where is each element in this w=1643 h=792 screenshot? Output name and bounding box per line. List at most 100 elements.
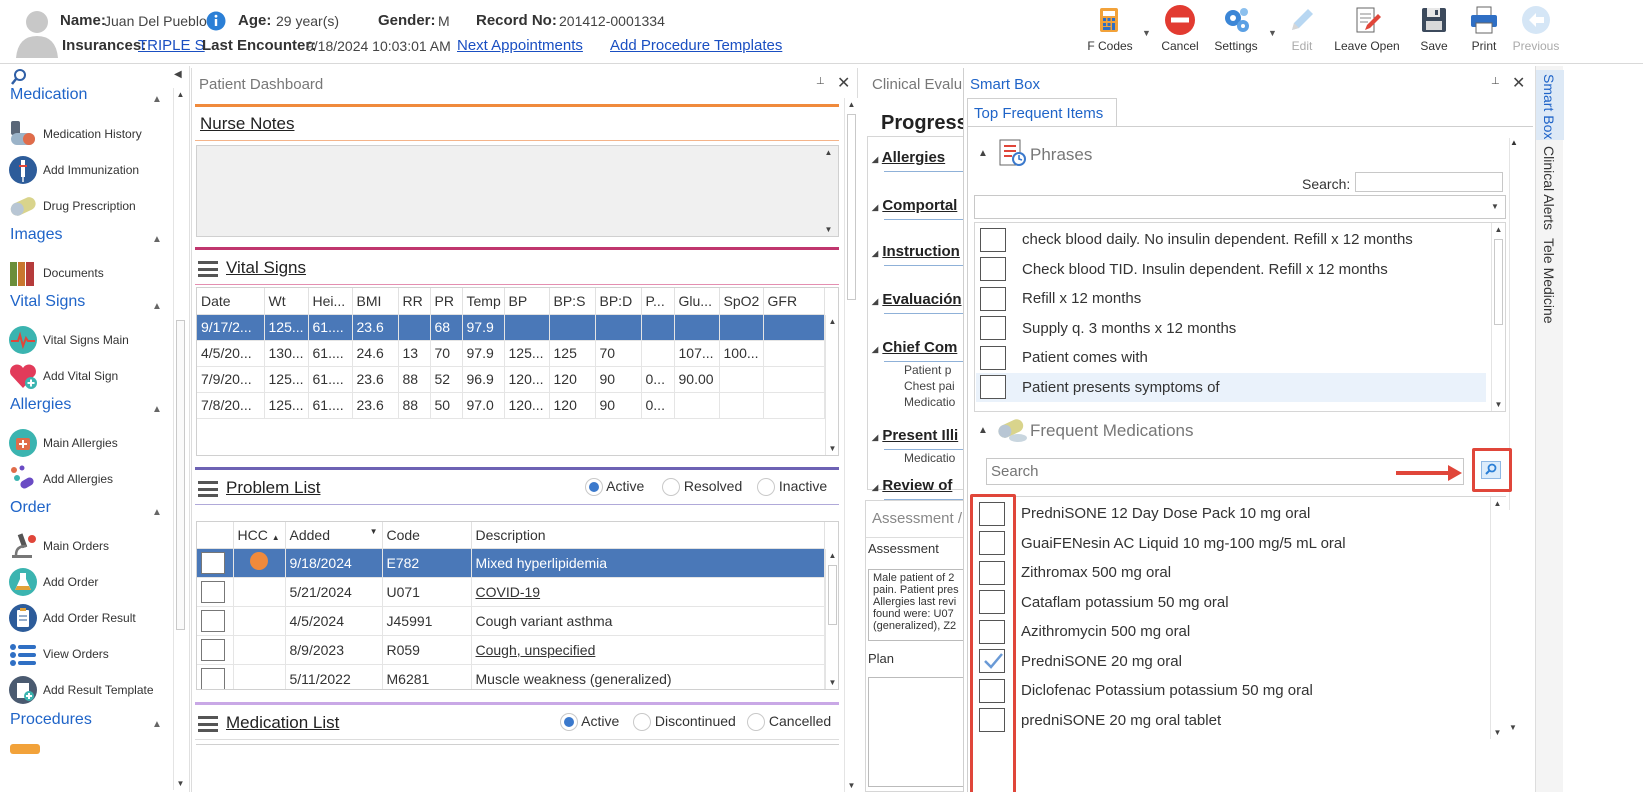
column-header[interactable]: GFR (763, 288, 825, 315)
sidebar-item-medication-history[interactable]: Medication History (8, 119, 142, 149)
row-checkbox[interactable] (197, 635, 234, 665)
sidebar-item-add-order-result[interactable]: Add Order Result (8, 603, 136, 633)
sidebar-section-vital-signs[interactable]: Vital Signs (10, 293, 85, 311)
column-header[interactable]: BP:D (595, 288, 642, 315)
medication-item[interactable]: GuaiFENesin AC Liquid 10 mg-100 mg/5 mL … (975, 529, 1485, 558)
phrase-item[interactable]: Patient comes with (976, 343, 1486, 372)
clinical-section[interactable]: ◢ Comportal (872, 197, 957, 214)
column-header-select[interactable] (197, 522, 234, 549)
column-header[interactable]: Wt (264, 288, 309, 315)
column-header[interactable]: RR (398, 288, 431, 315)
collapse-procedures-icon[interactable]: ▲ (152, 719, 162, 730)
table-row[interactable]: 5/21/2024 U071 COVID-19 (197, 577, 825, 607)
sidebar-scrollbar[interactable]: ▲ ▼ (173, 88, 187, 790)
collapse-images-icon[interactable]: ▲ (152, 234, 162, 245)
column-header[interactable]: PR (430, 288, 463, 315)
collapse-sidebar-icon[interactable]: ◀ (174, 69, 182, 80)
phrase-item[interactable]: check blood daily. No insulin dependent.… (976, 225, 1486, 254)
table-row[interactable]: 7/9/20... 125... 61.... 23.6 88 52 96.9 120... 1… (197, 366, 825, 393)
sidebar-section-order[interactable]: Order (10, 499, 51, 517)
chief-complaint-item[interactable]: Medicatio (904, 395, 955, 409)
medication-item[interactable]: Zithromax 500 mg oral (975, 558, 1485, 587)
sidebar-item-vital-signs-main[interactable]: Vital Signs Main (8, 325, 129, 355)
column-header[interactable]: Temp (462, 288, 505, 315)
chief-complaint-item[interactable]: Chest pai (904, 379, 955, 393)
phrases-scrollbar[interactable]: ▲ ▼ (1491, 223, 1505, 411)
table-cell-desc[interactable]: COVID-19 (471, 577, 825, 607)
sidebar-item-add-immunization[interactable]: Add Immunization (8, 155, 139, 185)
column-header-hcc[interactable]: HCC ▲ (233, 522, 286, 549)
medication-item[interactable]: Diclofenac Potassium potassium 50 mg ora… (975, 676, 1485, 705)
problem-active-radio[interactable]: Active (585, 478, 644, 497)
table-row[interactable]: 5/11/2022 M6281 Muscle weakness (generaliz… (197, 664, 825, 689)
phrases-filter-dropdown[interactable]: ▼ (974, 195, 1506, 219)
problem-list-scrollbar[interactable]: ▲ ▼ (825, 549, 838, 689)
column-header[interactable]: Glu... (674, 288, 720, 315)
checkbox-icon[interactable] (980, 345, 1006, 370)
fcodes-dropdown-icon[interactable]: ▼ (1142, 28, 1151, 38)
clinical-section[interactable]: ◢ Present Illi (872, 427, 958, 444)
column-header-description[interactable]: Description (471, 522, 825, 549)
collapse-allergies-icon[interactable]: ▲ (152, 404, 162, 415)
row-checkbox[interactable] (197, 548, 234, 578)
medication-item[interactable]: PredniSONE 20 mg oral (975, 647, 1485, 676)
checkbox-icon[interactable] (980, 286, 1006, 311)
clinical-section[interactable]: ◢ Evaluación (872, 291, 962, 308)
column-header[interactable]: BMI (352, 288, 399, 315)
medication-active-radio[interactable]: Active (560, 713, 619, 732)
sidebar-item-drug-prescription[interactable]: Drug Prescription (8, 191, 136, 221)
sidebar-section-procedures[interactable]: Procedures (10, 711, 92, 729)
fcodes-button[interactable]: F Codes (1084, 4, 1136, 60)
save-button[interactable]: Save (1414, 4, 1454, 60)
table-row[interactable]: 9/17/2... 125... 61.... 23.6 68 97.9 (197, 314, 825, 341)
sidebar-section-images[interactable]: Images (10, 226, 62, 244)
clinical-section[interactable]: ◢ Review of (872, 477, 952, 494)
checkbox-icon[interactable] (980, 375, 1006, 399)
medication-discontinued-radio[interactable]: Discontinued (633, 713, 736, 732)
column-header[interactable]: BP:S (549, 288, 596, 315)
column-header[interactable]: SpO2 (719, 288, 764, 315)
row-checkbox[interactable] (197, 664, 234, 689)
table-row[interactable]: 9/18/2024 E782 Mixed hyperlipidemia (197, 548, 825, 578)
leave-open-button[interactable]: Leave Open (1334, 4, 1400, 60)
tab-top-frequent-items[interactable]: Top Frequent Items (967, 98, 1117, 126)
sidebar-section-medication[interactable]: Medication (10, 86, 87, 104)
table-row[interactable]: 7/8/20... 125... 61.... 23.6 88 50 97.0 120... 1… (197, 392, 825, 419)
vitals-scrollbar[interactable]: ▲ ▼ (825, 315, 838, 455)
column-header[interactable]: BP (504, 288, 550, 315)
column-header-added[interactable]: Added ▼ (285, 522, 383, 549)
problem-list-menu-icon[interactable] (198, 481, 218, 497)
column-header[interactable]: Hei... (308, 288, 353, 315)
dashboard-scrollbar[interactable]: ▲ ▼ (844, 98, 858, 792)
print-button[interactable]: Print (1464, 4, 1504, 60)
table-cell-desc[interactable]: Cough, unspecified (471, 635, 825, 665)
medications-scrollbar[interactable]: ▲ ▼ (1490, 497, 1504, 739)
edit-button[interactable]: Edit (1282, 4, 1322, 60)
problem-inactive-radio[interactable]: Inactive (757, 478, 827, 497)
medication-item[interactable]: PredniSONE 12 Day Dose Pack 10 mg oral (975, 499, 1485, 528)
table-row[interactable]: 8/9/2023 R059 Cough, unspecified (197, 635, 825, 665)
column-header[interactable]: Date (197, 288, 265, 315)
sidebar-item-view-orders[interactable]: View Orders (8, 639, 109, 669)
phrase-item[interactable]: Check blood TID. Insulin dependent. Refi… (976, 255, 1486, 284)
pin-icon[interactable]: ⊥ (816, 76, 825, 87)
nurse-notes-scrollbar[interactable]: ▲ ▼ (822, 146, 836, 236)
info-icon[interactable] (206, 11, 226, 31)
medication-item[interactable]: Azithromycin 500 mg oral (975, 617, 1485, 646)
insurance-link[interactable]: TRIPLE S (138, 37, 205, 54)
previous-button[interactable]: Previous (1510, 4, 1562, 60)
sidebar-section-allergies[interactable]: Allergies (10, 396, 71, 414)
phrase-item[interactable]: Patient presents symptoms of (976, 372, 1486, 402)
table-row[interactable]: 4/5/20... 130... 61.... 24.6 13 70 97.9 125... 1… (197, 340, 825, 367)
settings-button[interactable]: Settings (1210, 4, 1262, 60)
sidebar-item-add-allergies[interactable]: Add Allergies (8, 464, 113, 494)
checkbox-icon[interactable] (980, 257, 1006, 281)
medication-list-menu-icon[interactable] (198, 716, 218, 732)
medication-cancelled-radio[interactable]: Cancelled (747, 713, 831, 732)
problem-resolved-radio[interactable]: Resolved (662, 478, 742, 497)
assessment-textarea[interactable]: Male patient of 2 pain. Patient pres Aller… (868, 569, 965, 641)
phrase-item[interactable]: Refill x 12 months (976, 284, 1486, 313)
search-icon[interactable] (10, 68, 28, 86)
clinical-section[interactable]: ◢ Chief Com (872, 339, 957, 356)
clinical-section[interactable]: ◢ Allergies (872, 149, 945, 166)
